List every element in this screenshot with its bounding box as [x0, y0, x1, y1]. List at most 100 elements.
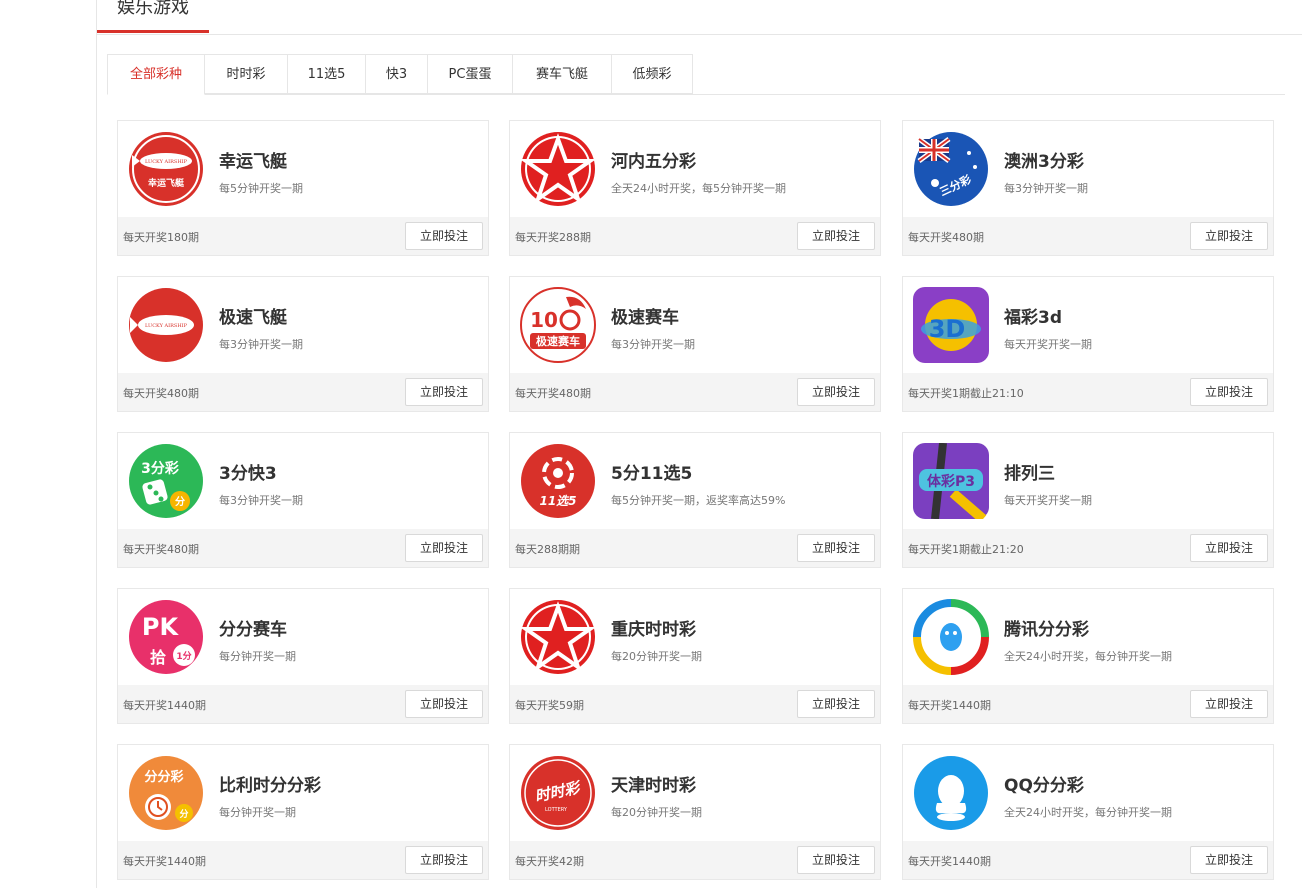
bet-now-button[interactable]: 立即投注	[1190, 846, 1268, 874]
tab-low-freq[interactable]: 低频彩	[612, 54, 693, 94]
draw-count: 每天开奖1440期	[123, 699, 206, 712]
bet-now-button[interactable]: 立即投注	[797, 690, 875, 718]
tab-11x5[interactable]: 11选5	[288, 54, 366, 94]
game-card: LUCKY AIRSHIP 幸运飞艇 幸运飞艇 每5分钟开奖一期 每天开奖180…	[117, 120, 489, 256]
svg-text:1分: 1分	[176, 650, 191, 662]
game-desc: 每3分钟开奖一期	[611, 338, 695, 351]
game-desc: 全天24小时开奖，每分钟开奖一期	[1004, 650, 1172, 663]
tab-k3[interactable]: 快3	[366, 54, 428, 94]
card-footer: 每天开奖1期截止21:10 立即投注	[903, 373, 1273, 411]
section-title: 娱乐游戏	[117, 0, 189, 18]
airship-icon: LUCKY AIRSHIP	[129, 288, 203, 362]
game-name: 澳洲3分彩	[1004, 152, 1084, 172]
svg-text:3分彩: 3分彩	[141, 460, 179, 477]
card-footer: 每天开奖480期 立即投注	[510, 373, 880, 411]
game-name: 3分快3	[219, 464, 277, 484]
bet-now-button[interactable]: 立即投注	[797, 846, 875, 874]
game-name: 河内五分彩	[611, 152, 696, 172]
tab-all[interactable]: 全部彩种	[107, 54, 205, 95]
pk10-icon: PK 拾 1分	[129, 600, 203, 674]
game-name: 幸运飞艇	[219, 152, 287, 172]
draw-count: 每天开奖1440期	[908, 855, 991, 868]
draw-count: 每天开奖59期	[515, 699, 584, 712]
card-footer: 每天开奖480期 立即投注	[118, 529, 488, 567]
airship-icon: LUCKY AIRSHIP 幸运飞艇	[129, 132, 203, 206]
draw-count: 每天288期期	[515, 543, 580, 556]
draw-count: 每天开奖480期	[123, 543, 199, 556]
game-desc: 全天24小时开奖，每分钟开奖一期	[1004, 806, 1172, 819]
game-name: 5分11选5	[611, 464, 693, 484]
game-card: PK 拾 1分 分分赛车 每分钟开奖一期 每天开奖1440期 立即投注	[117, 588, 489, 724]
star-lottery-icon	[520, 600, 596, 674]
svg-text:LUCKY AIRSHIP: LUCKY AIRSHIP	[145, 323, 188, 329]
bet-now-button[interactable]: 立即投注	[1190, 222, 1268, 250]
game-card: 分分彩 分 比利时分分彩 每分钟开奖一期 每天开奖1440期 立即投注	[117, 744, 489, 880]
game-card: 时时彩 LOTTERY 天津时时彩 每20分钟开奖一期 每天开奖42期 立即投注	[509, 744, 881, 880]
game-card: 11选5 5分11选5 每5分钟开奖一期，返奖率高达59% 每天288期期 立即…	[509, 432, 881, 568]
game-card: 3分彩 分 3分快3 每3分钟开奖一期 每天开奖480期 立即投注	[117, 432, 489, 568]
card-footer: 每天288期期 立即投注	[510, 529, 880, 567]
category-tabs: 全部彩种 时时彩 11选5 快3 PC蛋蛋 赛车飞艇 低频彩	[107, 54, 1285, 95]
bet-now-button[interactable]: 立即投注	[797, 378, 875, 406]
bet-now-button[interactable]: 立即投注	[405, 534, 483, 562]
game-name: 极速赛车	[611, 308, 679, 328]
game-desc: 每天开奖开奖一期	[1004, 338, 1092, 351]
draw-count: 每天开奖1期截止21:10	[908, 387, 1024, 400]
draw-count: 每天开奖480期	[515, 387, 591, 400]
tab-shishicai[interactable]: 时时彩	[205, 54, 288, 94]
svg-text:极速赛车: 极速赛车	[536, 334, 580, 348]
game-desc: 每分钟开奖一期	[219, 806, 296, 819]
game-name: 福彩3d	[1004, 308, 1062, 328]
game-desc: 每3分钟开奖一期	[1004, 182, 1088, 195]
svg-text:3D: 3D	[929, 315, 966, 343]
bet-now-button[interactable]: 立即投注	[405, 690, 483, 718]
game-desc: 每20分钟开奖一期	[611, 650, 702, 663]
svg-text:分: 分	[179, 808, 188, 820]
game-card: 3D 福彩3d 每天开奖开奖一期 每天开奖1期截止21:10 立即投注	[902, 276, 1274, 412]
game-card: 重庆时时彩 每20分钟开奖一期 每天开奖59期 立即投注	[509, 588, 881, 724]
bet-now-button[interactable]: 立即投注	[1190, 534, 1268, 562]
tencent-icon	[913, 599, 989, 675]
game-name: 腾讯分分彩	[1004, 620, 1089, 640]
tab-racing[interactable]: 赛车飞艇	[513, 54, 612, 94]
svg-text:11选5: 11选5	[539, 494, 576, 508]
draw-count: 每天开奖1440期	[123, 855, 206, 868]
card-footer: 每天开奖1期截止21:20 立即投注	[903, 529, 1273, 567]
card-footer: 每天开奖59期 立即投注	[510, 685, 880, 723]
game-name: 比利时分分彩	[219, 776, 321, 796]
game-desc: 每3分钟开奖一期	[219, 494, 303, 507]
draw-count: 每天开奖180期	[123, 231, 199, 244]
bet-now-button[interactable]: 立即投注	[405, 222, 483, 250]
game-card: 河内五分彩 全天24小时开奖，每5分钟开奖一期 每天开奖288期 立即投注	[509, 120, 881, 256]
card-footer: 每天开奖1440期 立即投注	[118, 685, 488, 723]
game-desc: 每5分钟开奖一期	[219, 182, 303, 195]
card-footer: 每天开奖180期 立即投注	[118, 217, 488, 255]
svg-text:体彩P3: 体彩P3	[927, 473, 975, 490]
tab-pc-egg[interactable]: PC蛋蛋	[428, 54, 513, 94]
game-name: 分分赛车	[219, 620, 287, 640]
bet-now-button[interactable]: 立即投注	[405, 378, 483, 406]
bet-now-button[interactable]: 立即投注	[797, 534, 875, 562]
svg-text:幸运飞艇: 幸运飞艇	[148, 177, 185, 189]
game-desc: 每天开奖开奖一期	[1004, 494, 1092, 507]
game-desc: 每20分钟开奖一期	[611, 806, 702, 819]
game-card: 腾讯分分彩 全天24小时开奖，每分钟开奖一期 每天开奖1440期 立即投注	[902, 588, 1274, 724]
bet-now-button[interactable]: 立即投注	[797, 222, 875, 250]
card-footer: 每天开奖480期 立即投注	[118, 373, 488, 411]
draw-count: 每天开奖480期	[123, 387, 199, 400]
bet-now-button[interactable]: 立即投注	[405, 846, 483, 874]
svg-text:分: 分	[175, 495, 185, 508]
bet-now-button[interactable]: 立即投注	[1190, 378, 1268, 406]
game-card: QQ分分彩 全天24小时开奖，每分钟开奖一期 每天开奖1440期 立即投注	[902, 744, 1274, 880]
game-desc: 每分钟开奖一期	[219, 650, 296, 663]
game-name: 重庆时时彩	[611, 620, 696, 640]
bet-now-button[interactable]: 立即投注	[1190, 690, 1268, 718]
draw-count: 每天开奖42期	[515, 855, 584, 868]
star-lottery-icon	[520, 132, 596, 206]
racing-icon: 10 极速赛车	[520, 287, 596, 363]
svg-text:LOTTERY: LOTTERY	[545, 807, 568, 813]
game-desc: 每3分钟开奖一期	[219, 338, 303, 351]
section-header: 娱乐游戏	[97, 0, 1302, 35]
svg-text:LUCKY AIRSHIP: LUCKY AIRSHIP	[145, 159, 188, 165]
qq-penguin-icon	[914, 756, 988, 830]
